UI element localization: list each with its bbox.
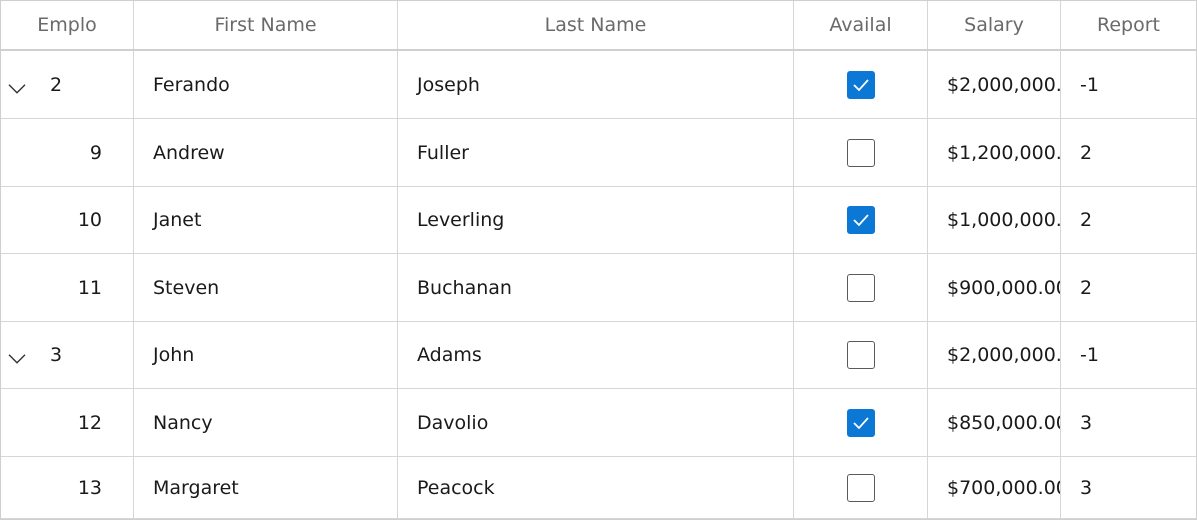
last-name-cell: Buchanan [398, 254, 794, 321]
column-header-salary[interactable]: Salary [928, 1, 1061, 49]
availability-checkbox[interactable] [846, 341, 875, 369]
availability-cell [794, 254, 928, 321]
salary-cell: $900,000.00 [928, 254, 1061, 321]
salary-cell: $1,000,000.0 [928, 187, 1061, 253]
availability-checkbox[interactable] [846, 408, 875, 437]
salary-cell: $2,000,000.0 [928, 51, 1061, 118]
table-row[interactable]: 13 Margaret Peacock $700,000.00 3 [1, 457, 1196, 519]
employee-id: 9 [89, 141, 102, 164]
table-row[interactable]: 10 JanetLeverling $1,000,000.0 2 [1, 187, 1196, 254]
chevron-down-icon[interactable] [8, 77, 26, 94]
reports-to-cell: 2 [1080, 276, 1093, 299]
availability-cell [794, 457, 928, 518]
table-row[interactable]: 12 Nancy Davolio $850,000.00 3 [1, 389, 1196, 457]
salary-cell: $850,000.00 [928, 389, 1061, 456]
table-row[interactable]: 9 AndrewFuller $1,200,000.0 2 [1, 119, 1196, 187]
first-name-cell: John [134, 322, 398, 388]
reports-to-cell: 3 [1080, 411, 1093, 434]
reports-to-cell: -1 [1080, 344, 1099, 366]
employee-id-cell: 9 [1, 119, 134, 186]
availability-cell [794, 389, 928, 456]
column-header-last-name[interactable]: Last Name [398, 1, 794, 49]
table-row[interactable]: 3 JohnAdams $2,000,000.0 -1 [1, 322, 1196, 389]
availability-checkbox[interactable] [846, 473, 875, 502]
table-row[interactable]: 2 FerandoJoseph $2,000,000.0 -1 [1, 51, 1196, 119]
salary-cell: $1,200,000.0 [928, 119, 1061, 186]
employee-id: 10 [77, 209, 102, 231]
tree-grid: Emplo First Name Last Name Availal Salar… [0, 0, 1197, 520]
last-name-cell: Peacock [398, 457, 794, 518]
salary-cell: $700,000.00 [928, 457, 1061, 518]
employee-id-cell: 13 [1, 457, 134, 518]
employee-id-cell: 11 [1, 254, 134, 321]
column-header-reports-to[interactable]: Report [1061, 1, 1196, 49]
last-name-cell: Adams [398, 322, 794, 388]
employee-id: 3 [50, 344, 63, 366]
employee-id: 11 [77, 276, 102, 299]
availability-checkbox[interactable] [846, 273, 875, 302]
first-name-cell: Steven [134, 254, 398, 321]
column-header-employee-id[interactable]: Emplo [1, 1, 134, 49]
employee-id-cell: 12 [1, 389, 134, 456]
first-name-cell: Nancy [134, 389, 398, 456]
column-header-availability[interactable]: Availal [794, 1, 928, 49]
availability-cell [794, 51, 928, 118]
employee-id: 2 [50, 73, 63, 96]
first-name-cell: Ferando [134, 51, 398, 118]
availability-cell [794, 119, 928, 186]
salary-cell: $2,000,000.0 [928, 322, 1061, 388]
table-row[interactable]: 11 Steven Buchanan $900,000.00 2 [1, 254, 1196, 322]
last-name-cell: Joseph [398, 51, 794, 118]
availability-cell [794, 322, 928, 388]
first-name-cell: Janet [134, 187, 398, 253]
first-name-cell: Margaret [134, 457, 398, 518]
employee-id-cell: 2 [1, 51, 134, 118]
employee-id-cell: 3 [1, 322, 134, 388]
reports-to-cell: 3 [1080, 476, 1093, 499]
availability-checkbox[interactable] [846, 138, 875, 167]
first-name-cell: Andrew [134, 119, 398, 186]
chevron-down-icon[interactable] [8, 348, 26, 364]
checkmark-icon [852, 78, 869, 91]
column-header-first-name[interactable]: First Name [134, 1, 398, 49]
employee-id-cell: 10 [1, 187, 134, 253]
last-name-cell: Fuller [398, 119, 794, 186]
last-name-cell: Davolio [398, 389, 794, 456]
checkmark-icon [852, 214, 869, 227]
reports-to-cell: -1 [1080, 73, 1099, 96]
reports-to-cell: 2 [1080, 209, 1093, 231]
reports-to-cell: 2 [1080, 141, 1093, 164]
employee-id: 12 [77, 411, 102, 434]
employee-id: 13 [77, 476, 102, 499]
availability-checkbox[interactable] [846, 70, 875, 99]
last-name-cell: Leverling [398, 187, 794, 253]
availability-checkbox[interactable] [846, 206, 875, 234]
availability-cell [794, 187, 928, 253]
header-row: Emplo First Name Last Name Availal Salar… [1, 1, 1196, 51]
checkmark-icon [852, 416, 869, 429]
